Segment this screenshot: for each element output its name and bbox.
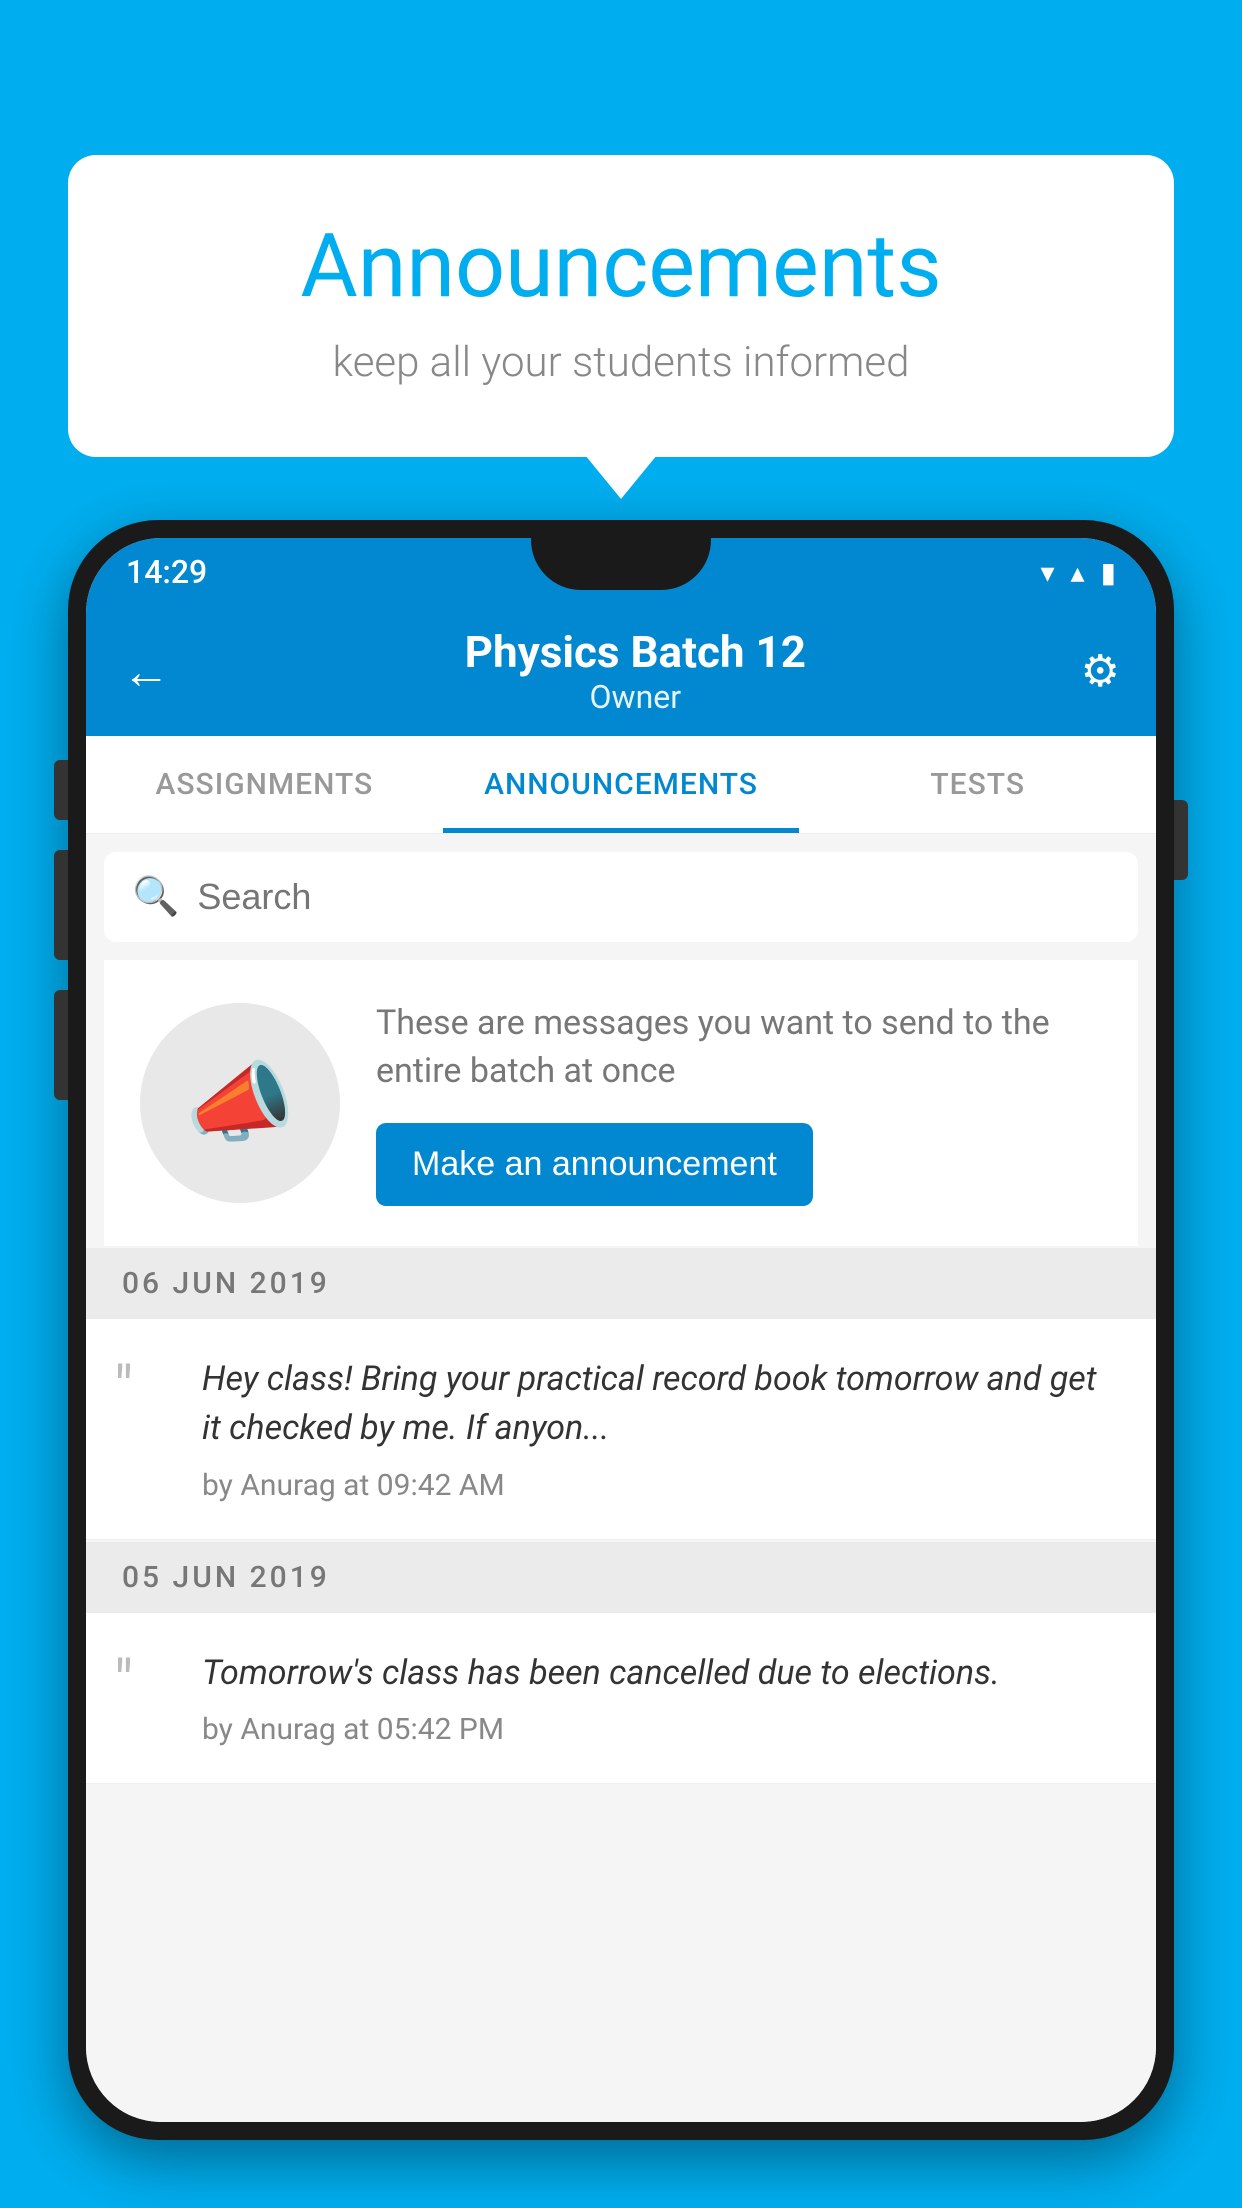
phone-outer: 14:29 ▾ ▴ ▮ ← Physics Batch 12 Owner ⚙ <box>68 520 1174 2140</box>
status-time: 14:29 <box>126 553 207 591</box>
status-icons: ▾ ▴ ▮ <box>1040 556 1116 589</box>
announcement-text-1: Hey class! Bring your practical record b… <box>202 1355 1120 1454</box>
phone-power-button <box>1174 800 1188 880</box>
phone-volume-up-button <box>54 850 68 960</box>
signal-icon: ▴ <box>1071 556 1085 589</box>
megaphone-icon: 📣 <box>185 1052 295 1155</box>
tab-announcements[interactable]: ANNOUNCEMENTS <box>443 736 800 833</box>
phone-wrapper: 14:29 ▾ ▴ ▮ ← Physics Batch 12 Owner ⚙ <box>68 520 1174 2208</box>
speech-bubble: Announcements keep all your students inf… <box>68 155 1174 457</box>
search-icon: 🔍 <box>132 875 179 919</box>
phone-mute-button <box>54 760 68 820</box>
announcement-content-1: Hey class! Bring your practical record b… <box>202 1355 1120 1503</box>
announcement-content-2: Tomorrow's class has been cancelled due … <box>202 1649 1120 1747</box>
announcement-meta-2: by Anurag at 05:42 PM <box>202 1712 1120 1747</box>
back-button[interactable]: ← <box>122 643 170 700</box>
tabs-bar: ASSIGNMENTS ANNOUNCEMENTS TESTS <box>86 736 1156 834</box>
bubble-subtitle: keep all your students informed <box>148 338 1094 387</box>
battery-icon: ▮ <box>1101 556 1116 589</box>
search-bar[interactable]: 🔍 <box>104 852 1138 942</box>
announcement-text-2: Tomorrow's class has been cancelled due … <box>202 1649 1120 1698</box>
tab-assignments[interactable]: ASSIGNMENTS <box>86 736 443 833</box>
date-separator-2: 05 JUN 2019 <box>86 1542 1156 1613</box>
app-bar-subtitle: Owner <box>190 678 1081 716</box>
phone-screen: 14:29 ▾ ▴ ▮ ← Physics Batch 12 Owner ⚙ <box>86 538 1156 2122</box>
announcement-item-1[interactable]: " Hey class! Bring your practical record… <box>86 1319 1156 1540</box>
phone-volume-down-button <box>54 990 68 1100</box>
app-bar-title: Physics Batch 12 <box>190 626 1081 678</box>
wifi-icon: ▾ <box>1040 556 1054 589</box>
empty-state: 📣 These are messages you want to send to… <box>104 960 1138 1246</box>
content-area: 🔍 📣 These are messages you want to send … <box>86 834 1156 2122</box>
tab-tests[interactable]: TESTS <box>799 736 1156 833</box>
phone-notch <box>531 538 711 590</box>
empty-state-content: These are messages you want to send to t… <box>376 1000 1102 1206</box>
megaphone-circle: 📣 <box>140 1003 340 1203</box>
app-bar: ← Physics Batch 12 Owner ⚙ <box>86 606 1156 736</box>
empty-state-description: These are messages you want to send to t… <box>376 1000 1102 1095</box>
date-separator-1: 06 JUN 2019 <box>86 1248 1156 1319</box>
quote-icon-2: " <box>114 1653 174 1713</box>
quote-icon-1: " <box>114 1359 174 1419</box>
settings-button[interactable]: ⚙ <box>1081 645 1120 697</box>
app-bar-title-container: Physics Batch 12 Owner <box>190 626 1081 716</box>
search-input[interactable] <box>197 876 1110 918</box>
speech-bubble-container: Announcements keep all your students inf… <box>68 155 1174 457</box>
bubble-title: Announcements <box>148 215 1094 318</box>
make-announcement-button[interactable]: Make an announcement <box>376 1123 813 1206</box>
announcement-meta-1: by Anurag at 09:42 AM <box>202 1468 1120 1503</box>
announcement-item-2[interactable]: " Tomorrow's class has been cancelled du… <box>86 1613 1156 1784</box>
